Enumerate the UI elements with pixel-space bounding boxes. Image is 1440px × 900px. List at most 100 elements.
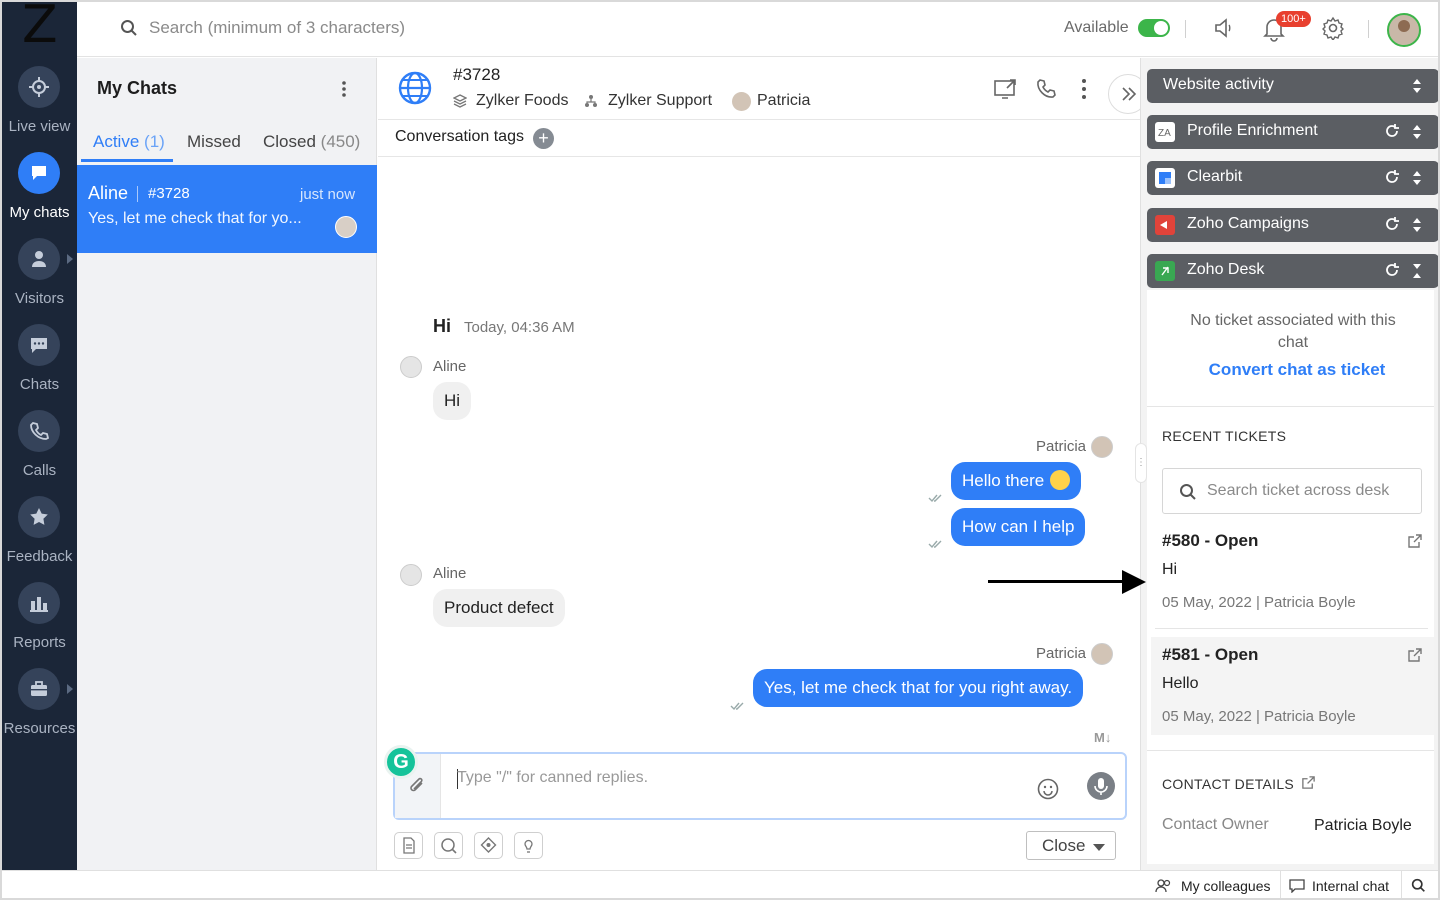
expand-arrow-icon[interactable] (67, 254, 73, 264)
nav-reports[interactable]: Reports (2, 582, 77, 662)
nav-chats[interactable]: Chats (2, 324, 77, 404)
bulb-button[interactable] (514, 832, 543, 859)
chat-list-item[interactable]: Aline #3728 just now Yes, let me check t… (77, 165, 377, 253)
search-chat-button[interactable] (434, 832, 463, 859)
availability-toggle[interactable] (1138, 19, 1170, 37)
app-window: Z Live view My chats Visitors Chats Call… (0, 0, 1440, 900)
chevron-down-icon (1093, 844, 1105, 851)
widget-website-activity[interactable]: Website activity (1147, 69, 1438, 103)
emoji-icon[interactable] (1037, 778, 1059, 805)
user-avatar[interactable] (1387, 13, 1421, 47)
nav-resources[interactable]: Resources (2, 668, 77, 748)
read-ticks-icon (730, 698, 746, 716)
profile-enrichment-icon: ZA (1155, 122, 1175, 142)
nav-my-chats[interactable]: My chats (2, 152, 77, 232)
divider (1280, 871, 1281, 898)
widget-profile-enrichment[interactable]: ZA Profile Enrichment (1147, 115, 1438, 149)
ticket-item[interactable]: #581 - Open Hello 05 May, 2022 | Patrici… (1151, 637, 1434, 735)
grammarly-button[interactable]: G (384, 745, 418, 779)
message-bubble: Hi (433, 382, 472, 420)
sort-arrows-icon[interactable] (1411, 169, 1423, 192)
widget-zoho-campaigns[interactable]: Zoho Campaigns (1147, 208, 1438, 242)
tab-label: Missed (187, 132, 241, 151)
paperclip-icon[interactable] (407, 776, 427, 801)
bar-chart-icon (18, 582, 60, 624)
day-greeting: Hi (433, 316, 451, 336)
widget-label: Zoho Campaigns (1187, 215, 1309, 232)
widget-label: Website activity (1163, 76, 1274, 93)
sort-arrows-icon[interactable] (1411, 77, 1423, 100)
tab-closed[interactable]: Closed (450) (263, 132, 360, 152)
share-screen-icon[interactable] (994, 78, 1018, 105)
message-input[interactable]: Type "/" for canned replies. (457, 769, 648, 787)
document-button[interactable] (394, 832, 423, 859)
divider (1155, 628, 1428, 629)
refresh-icon[interactable] (1384, 262, 1400, 283)
sort-arrows-icon[interactable] (1411, 123, 1423, 146)
widget-zoho-desk[interactable]: Zoho Desk (1147, 254, 1438, 288)
nav-visitors[interactable]: Visitors (2, 238, 77, 318)
chat-preview: Yes, let me check that for yo... (88, 210, 302, 227)
external-link-icon[interactable] (1407, 533, 1423, 554)
search-icon (1180, 484, 1196, 500)
gear-icon[interactable] (1321, 16, 1345, 45)
my-colleagues-button[interactable]: My colleagues (1181, 878, 1271, 894)
tab-label: Closed (263, 132, 316, 151)
brand-name: Zylker Foods (476, 92, 569, 109)
external-link-icon[interactable] (1301, 775, 1316, 795)
zoho-desk-icon (1155, 261, 1175, 281)
more-options-icon[interactable] (341, 80, 347, 103)
transfer-button[interactable] (474, 832, 503, 859)
tab-active[interactable]: Active (1) (93, 132, 165, 152)
contact-details-title: CONTACT DETAILS (1162, 776, 1295, 792)
ticket-meta: 05 May, 2022 | Patricia Boyle (1162, 594, 1356, 611)
sort-arrows-icon[interactable] (1411, 216, 1423, 239)
conversation-id: #3728 (453, 65, 501, 84)
contact-owner-value: Patricia Boyle (1314, 817, 1412, 834)
message-composer[interactable]: Type "/" for canned replies. (393, 752, 1127, 820)
convert-to-ticket-link[interactable]: Convert chat as ticket (1147, 360, 1438, 380)
global-search-input[interactable]: Search (minimum of 3 characters) (149, 18, 405, 38)
nav-live-view[interactable]: Live view (2, 66, 77, 146)
microphone-button[interactable] (1087, 772, 1115, 800)
collapse-arrows-icon[interactable] (1411, 262, 1423, 285)
department-icon (584, 94, 598, 113)
markdown-icon[interactable]: M↓ (1094, 730, 1111, 745)
phone-icon[interactable] (1035, 78, 1057, 105)
widget-clearbit[interactable]: Clearbit (1147, 161, 1438, 195)
speaker-icon[interactable] (1213, 16, 1235, 45)
expand-arrow-icon[interactable] (67, 684, 73, 694)
tab-missed[interactable]: Missed (187, 132, 241, 152)
chat-tabs: Active (1) Missed Closed (450) (77, 121, 377, 163)
external-link-icon[interactable] (1407, 647, 1423, 668)
internal-chat-button[interactable]: Internal chat (1312, 878, 1389, 894)
nav-label: Chats (19, 376, 60, 393)
agent-avatar (1091, 643, 1113, 665)
nav-label: Calls (22, 462, 57, 479)
refresh-icon[interactable] (1384, 123, 1400, 144)
person-icon (18, 238, 60, 280)
ticket-item[interactable]: #580 - Open Hi 05 May, 2022 | Patricia B… (1151, 523, 1434, 621)
globe-icon (398, 71, 432, 110)
divider (1147, 750, 1434, 751)
more-options-icon[interactable] (1081, 78, 1087, 105)
visitor-avatar (400, 564, 422, 586)
divider (1147, 406, 1434, 407)
nav-feedback[interactable]: Feedback (2, 496, 77, 576)
refresh-icon[interactable] (1384, 169, 1400, 190)
close-chat-dropdown[interactable]: Close (1026, 831, 1116, 860)
chat-bubble-icon (18, 152, 60, 194)
message-bubble: Product defect (433, 589, 565, 627)
ticket-search-input[interactable]: Search ticket across desk (1162, 468, 1422, 514)
tab-count: (1) (144, 132, 165, 151)
chat-bubble-icon (18, 324, 60, 366)
conversation-tags-row: Conversation tags + (378, 121, 1140, 157)
message-text: Hello there (962, 471, 1045, 490)
ticket-meta: 05 May, 2022 | Patricia Boyle (1162, 708, 1356, 725)
nav-calls[interactable]: Calls (2, 410, 77, 490)
resize-handle[interactable]: ⋮ (1135, 443, 1147, 483)
clearbit-icon (1155, 168, 1175, 188)
search-icon[interactable] (1411, 878, 1426, 896)
refresh-icon[interactable] (1384, 216, 1400, 237)
add-tag-button[interactable]: + (533, 128, 554, 149)
